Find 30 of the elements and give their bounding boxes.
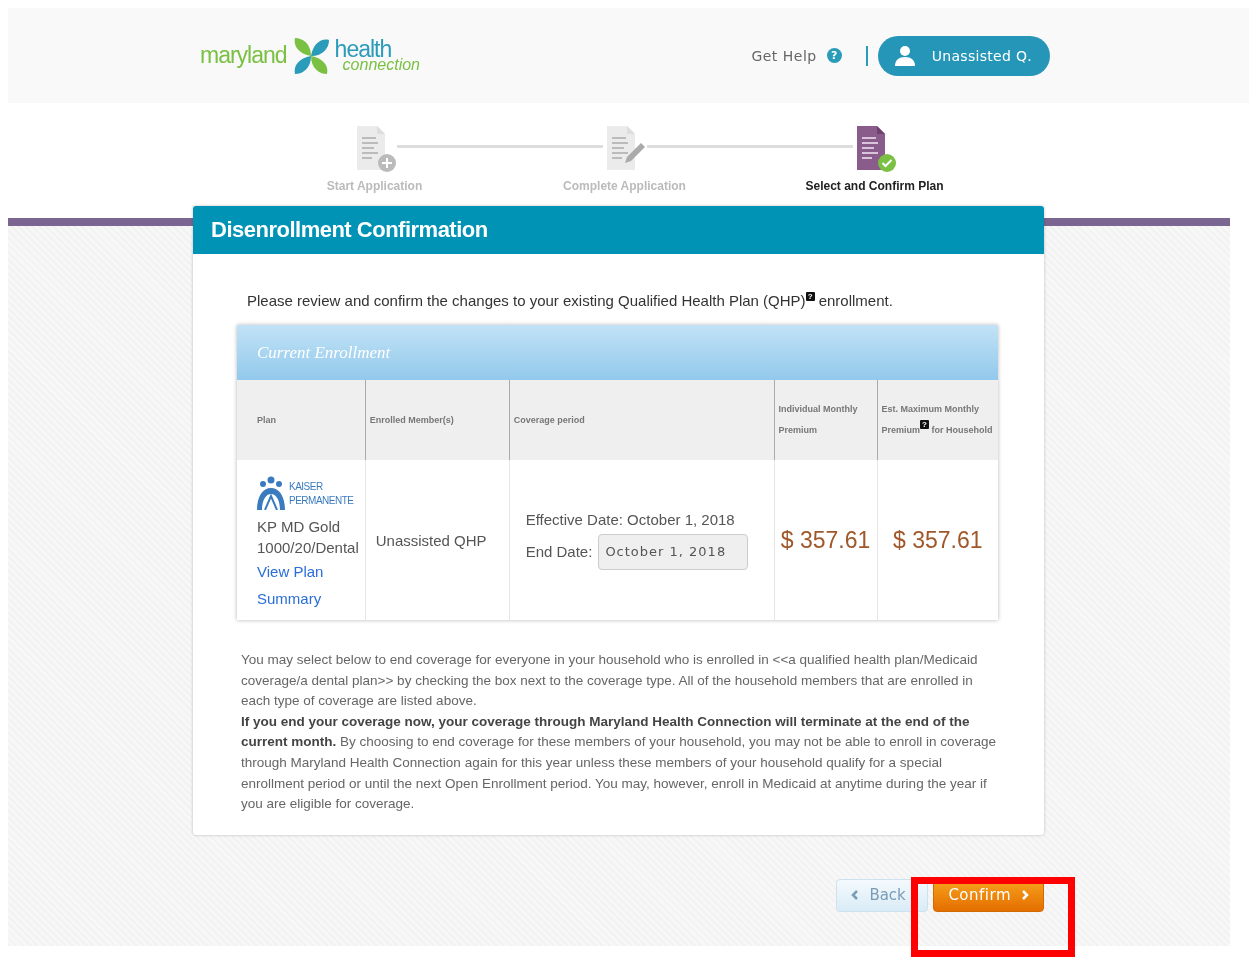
step-label: Start Application bbox=[326, 179, 423, 193]
get-help-link[interactable]: Get Help bbox=[751, 47, 817, 64]
effective-date: Effective Date: October 1, 2018 bbox=[525, 510, 736, 528]
user-icon bbox=[893, 44, 916, 67]
card-title: Disenrollment Confirmation bbox=[193, 206, 1044, 254]
step-label: Complete Application bbox=[563, 179, 686, 193]
column-header: Individual Monthly Premium bbox=[774, 380, 878, 460]
insurer-logo: KAISER PERMANENTE bbox=[257, 476, 359, 510]
column-header: Plan bbox=[237, 380, 366, 460]
end-date-field[interactable]: October 1, 2018 bbox=[598, 533, 749, 570]
column-header: Coverage period bbox=[509, 380, 775, 460]
info-paragraph: If you end your coverage now, your coverage through Maryland Health Connection will terminate at the end of the current month. By choosing to end coverage for these members of your household, you may not be able to enroll in coverage through Maryland Health Connection again for this year unless these members of your household qualify for a special enrollment period or until the next Open Enrollment period. You may, however, enroll in Medicaid at anytime during the year if you are eligible for coverage. bbox=[241, 712, 997, 814]
chevron-left-icon bbox=[851, 890, 860, 901]
back-button[interactable]: Back bbox=[836, 878, 929, 912]
end-date-label: End Date: bbox=[525, 543, 593, 560]
plan-name: KP MD Gold 1000/20/Dental bbox=[257, 517, 359, 558]
premium-amount: $ 357.61 bbox=[877, 460, 998, 620]
column-header: Est. Maximum Monthly Premium$^{?}$ for Household bbox=[877, 380, 998, 460]
step-label: Select and Confirm Plan bbox=[805, 179, 944, 193]
intro-text: Please review and confirm the changes to your existing Qualified Health Plan (QHP)$^{?}$ enrollment. bbox=[247, 292, 894, 309]
premium-amount: $ 357.61 bbox=[774, 460, 878, 620]
section-title: Current Enrollment bbox=[237, 325, 998, 380]
site-logo[interactable]: maryland health connection bbox=[200, 33, 420, 78]
table-cell: Unassisted QHP bbox=[365, 460, 510, 620]
info-paragraph: You may select below to end coverage for everyone in your household who is enrolled in <<a qualified health plan/Medicaid coverage/a dental plan>> by checking the box next to the coverage type. All of the household members that are enrolled in each type of coverage are listed above. bbox=[241, 651, 979, 711]
view-plan-link[interactable]: View Plan Summary bbox=[257, 558, 359, 612]
chevron-right-icon bbox=[1021, 890, 1029, 901]
user-menu-button[interactable]: Unassisted Q. bbox=[877, 35, 1050, 76]
column-header: Enrolled Member(s) bbox=[365, 380, 510, 460]
help-icon[interactable]: ? bbox=[826, 48, 842, 63]
